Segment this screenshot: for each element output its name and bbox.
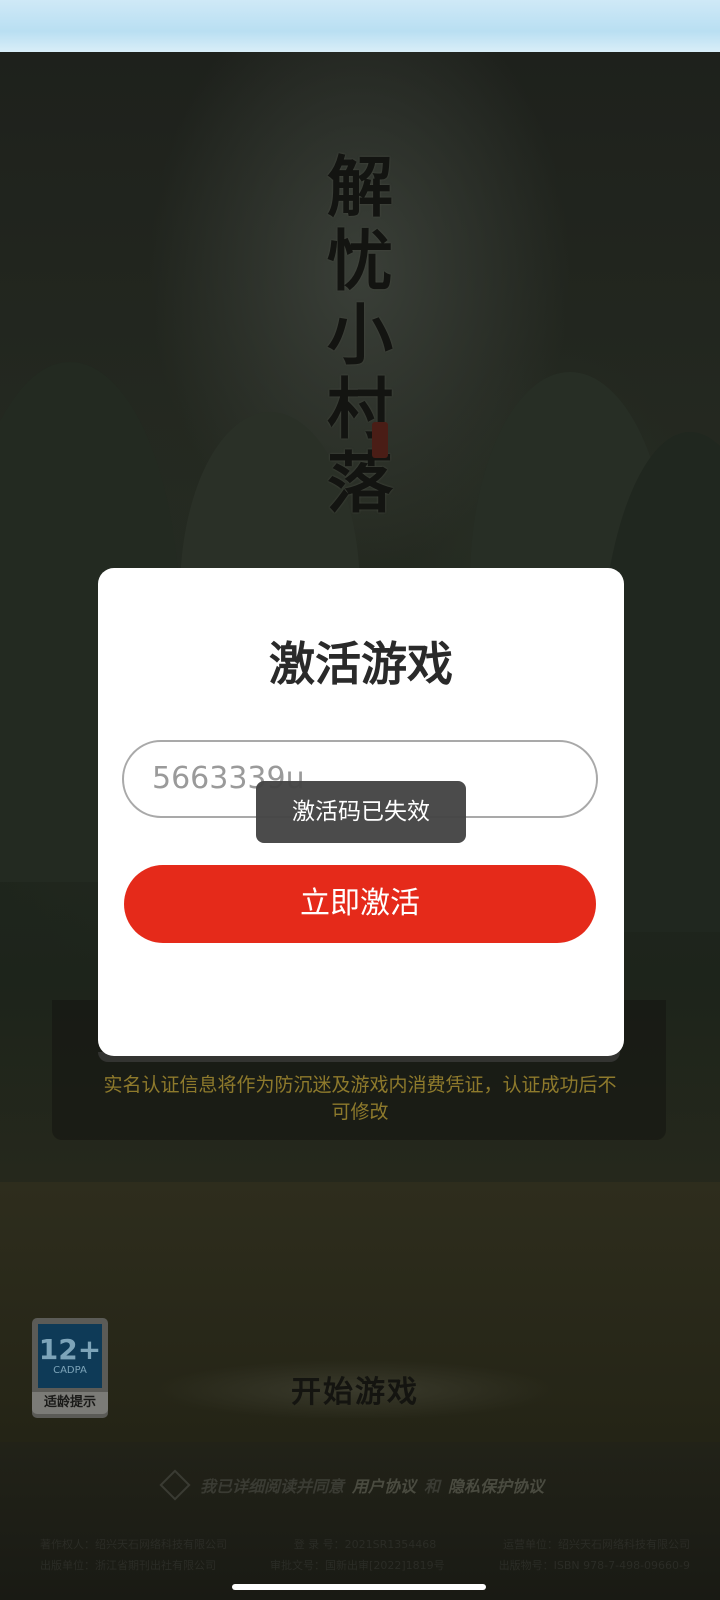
footer-row: 著作权人：绍兴天石网络科技有限公司 登 录 号：2021SR1354468 运营… [40,1534,690,1555]
user-agreement-link[interactable]: 用户协议 [352,1473,416,1497]
activate-now-button[interactable]: 立即激活 [124,865,596,943]
operator: 运营单位：绍兴天石网络科技有限公司 [502,1538,690,1551]
agreement-row: 我已详细阅读并同意 用户协议 和 隐私保护协议 [159,1469,604,1501]
logo-char: 解 [327,148,393,226]
age-rating-badge[interactable]: 12+ CADPA 适龄提示 [32,1318,108,1418]
age-rating-top: 12+ CADPA [38,1324,102,1388]
sky-strip [0,0,720,52]
start-game-button[interactable]: 开始游戏 [150,1360,560,1418]
real-name-notice: 实名认证信息将作为防沉迷及游戏内消费凭证，认证成功后不可修改 [103,1074,617,1123]
agreement-checkbox[interactable] [159,1469,191,1501]
start-game-label: 开始游戏 [291,1375,419,1410]
logo-char: 忧 [327,222,393,300]
isbn: 出版物号：ISBN 978-7-498-09660-9 [498,1559,690,1572]
age-rating-number: 12+ [38,1333,102,1366]
age-rating-label: 适龄提示 [32,1392,108,1414]
dialog-title: 激活游戏 [269,637,453,691]
agreement-and: 和 [424,1477,441,1496]
copyright-holder: 著作权人：绍兴天石网络科技有限公司 [40,1538,227,1551]
logo-char: 小 [327,296,393,374]
toast-message: 激活码已失效 [256,781,466,843]
game-logo: 解 忧 小 村 落 [300,150,420,520]
approval-number: 审批文号：国新出审[2022]1819号 [270,1559,445,1572]
publisher: 出版单位：浙江省期刊出社有限公司 [40,1559,216,1572]
privacy-agreement-link[interactable]: 隐私保护协议 [448,1473,544,1497]
home-indicator[interactable] [232,1584,486,1590]
footer-info: 著作权人：绍兴天石网络科技有限公司 登 录 号：2021SR1354468 运营… [40,1534,690,1576]
footer-row: 出版单位：浙江省期刊出社有限公司 审批文号：国新出审[2022]1819号 出版… [40,1555,690,1576]
logo-seal [372,422,388,458]
age-rating-org: CADPA [53,1365,87,1376]
agreement-prefix: 我已详细阅读并同意 [200,1477,345,1496]
registration-number: 登 录 号：2021SR1354468 [293,1538,437,1551]
game-screen: 解 忧 小 村 落 实名认证信息将作为防沉迷及游戏内消费凭证，认证成功后不可修改… [0,0,720,1600]
